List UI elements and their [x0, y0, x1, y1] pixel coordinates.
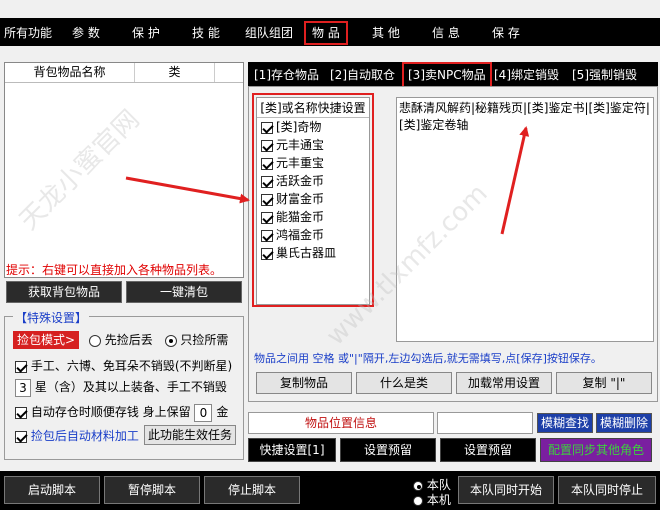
search-input[interactable]	[437, 412, 533, 434]
no-destroy-craft-checkbox[interactable]	[15, 360, 27, 373]
local-radio-label: 本机	[426, 493, 451, 507]
bottom-control-bar: 启动脚本 暂停脚本 停止脚本 本队 本机 本队同时开始 本队同时停止	[0, 471, 660, 510]
get-backpack-items-button[interactable]: 获取背包物品	[6, 281, 122, 303]
pickup-needed-label: 只捡所需	[180, 333, 229, 347]
pickup-first-label: 先捡后丢	[104, 333, 153, 347]
team-radio-label: 本队	[426, 478, 451, 492]
item-tabs: [1]存仓物品 [2]自动取仓 [3]卖NPC物品 [4]绑定销毁 [5]强制销…	[248, 62, 658, 88]
right-click-hint: 提示：右键可以直接加入各种物品列表。	[6, 263, 223, 277]
menu-other[interactable]: 其 他	[372, 23, 400, 43]
tab-store-items[interactable]: [1]存仓物品	[254, 65, 319, 85]
auto-deposit-money-label: 自动存仓时顺便存钱 身上保留	[30, 405, 191, 419]
menu-items[interactable]: 物 品	[304, 21, 348, 45]
tab-sell-npc-items[interactable]: [3]卖NPC物品	[402, 62, 492, 88]
sell-items-textarea[interactable]: 悲酥清风解药|秘籍残页|[类]鉴定书|[类]鉴定符|[类]鉴定卷轴	[396, 97, 654, 342]
highlight-category-box	[252, 93, 374, 307]
auto-material-process-checkbox[interactable]	[15, 430, 27, 443]
one-click-clear-button[interactable]: 一键清包	[126, 281, 242, 303]
effective-task-button[interactable]: 此功能生效任务	[144, 425, 236, 445]
keep-gold-input[interactable]: 0	[194, 403, 213, 422]
separator-note: 物品之间用 空格 或"|"隔开,左边勾选后,就无需填写,点[保存]按钮保存。	[254, 352, 602, 365]
stop-script-button[interactable]: 停止脚本	[204, 476, 300, 504]
menu-info[interactable]: 信 息	[432, 23, 460, 43]
star-level-label: 星（含）及其以上装备、手工不销毁	[34, 380, 227, 394]
set-preset-button-1[interactable]: 设置预留	[340, 438, 436, 462]
tab-bind-destroy[interactable]: [4]绑定销毁	[494, 65, 559, 85]
local-radio[interactable]	[413, 495, 423, 506]
copy-separator-button[interactable]: 复制 "|"	[556, 372, 652, 394]
pickup-needed-radio[interactable]	[164, 334, 177, 347]
menu-team[interactable]: 组队组团	[245, 23, 293, 43]
what-is-class-button[interactable]: 什么是类	[356, 372, 452, 394]
top-menu-bar: 所有功能 参 数 保 护 技 能 组队组团 物 品 其 他 信 息 保 存	[0, 18, 660, 46]
team-radio[interactable]	[413, 480, 423, 491]
special-settings-group: 【特殊设置】 捡包模式> 先捡后丢 只捡所需 手工、六博、免耳朵不销毁(不判断星…	[4, 309, 244, 460]
col-item-type[interactable]: 类	[135, 63, 215, 82]
auto-deposit-money-checkbox[interactable]	[15, 406, 27, 419]
tab-force-destroy[interactable]: [5]强制销毁	[572, 65, 637, 85]
fuzzy-delete-button[interactable]: 模糊删除	[596, 413, 652, 433]
pickup-first-radio[interactable]	[88, 334, 101, 347]
menu-protection[interactable]: 保 护	[132, 23, 160, 43]
menu-all-functions[interactable]: 所有功能	[4, 23, 52, 43]
fuzzy-find-button[interactable]: 模糊查找	[537, 413, 593, 433]
set-preset-button-2[interactable]: 设置预留	[440, 438, 536, 462]
start-script-button[interactable]: 启动脚本	[4, 476, 100, 504]
backpack-item-list[interactable]: 背包物品名称 类	[4, 62, 244, 278]
star-level-input[interactable]: 3	[15, 378, 31, 397]
special-settings-title: 【特殊设置】	[13, 309, 90, 326]
menu-save[interactable]: 保 存	[492, 23, 520, 43]
menu-skills[interactable]: 技 能	[192, 23, 220, 43]
team-stop-button[interactable]: 本队同时停止	[558, 476, 656, 504]
gold-unit-label: 金	[216, 405, 229, 419]
pickup-mode-label[interactable]: 捡包模式>	[13, 331, 80, 349]
auto-material-process-label: 捡包后自动材料加工	[30, 429, 139, 443]
quick-settings-button[interactable]: 快捷设置[1]	[248, 438, 336, 462]
col-item-name[interactable]: 背包物品名称	[5, 63, 135, 82]
load-common-settings-button[interactable]: 加载常用设置	[456, 372, 552, 394]
tab-auto-withdraw[interactable]: [2]自动取仓	[330, 65, 395, 85]
team-start-button[interactable]: 本队同时开始	[458, 476, 554, 504]
sync-config-button[interactable]: 配置同步其他角色	[540, 438, 652, 462]
no-destroy-craft-label: 手工、六博、免耳朵不销毁(不判断星)	[30, 359, 233, 373]
item-position-info: 物品位置信息	[248, 412, 434, 434]
menu-parameters[interactable]: 参 数	[72, 23, 100, 43]
backpack-list-header: 背包物品名称 类	[5, 63, 243, 83]
pause-script-button[interactable]: 暂停脚本	[104, 476, 200, 504]
copy-item-button[interactable]: 复制物品	[256, 372, 352, 394]
